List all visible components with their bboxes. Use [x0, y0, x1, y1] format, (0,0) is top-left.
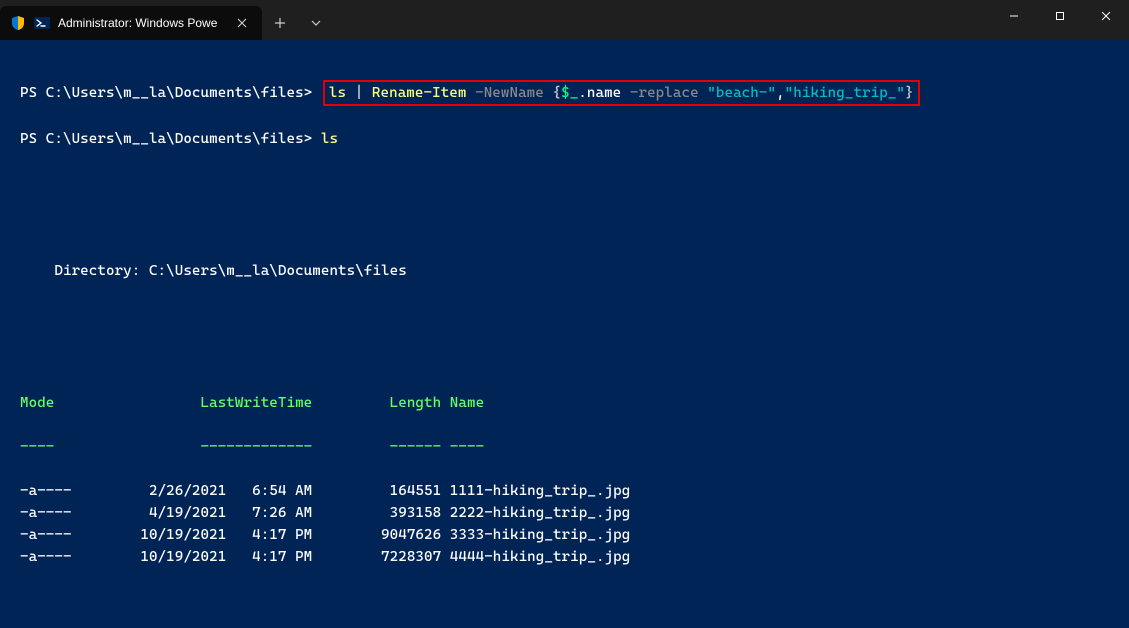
- table-header-dashes: ---- ------------- ------ ----: [20, 436, 1109, 458]
- terminal-body[interactable]: PS C:\Users\m__la\Documents\files> ls | …: [0, 40, 1129, 628]
- title-bar: Administrator: Windows Powe: [0, 0, 1129, 40]
- maximize-button[interactable]: [1037, 0, 1083, 32]
- prompt: PS C:\Users\m__la\Documents\files>: [20, 131, 312, 147]
- command-line-1: PS C:\Users\m__la\Documents\files> ls | …: [20, 80, 1109, 106]
- table-header: Mode LastWriteTime Length Name: [20, 392, 1109, 414]
- powershell-icon: [34, 15, 50, 31]
- close-window-button[interactable]: [1083, 0, 1129, 32]
- window-controls: [991, 0, 1129, 32]
- prompt: PS C:\Users\m__la\Documents\files>: [20, 85, 312, 101]
- tab-dropdown-button[interactable]: [298, 6, 334, 40]
- tab-title: Administrator: Windows Powe: [58, 16, 226, 30]
- minimize-button[interactable]: [991, 0, 1037, 32]
- table-row: -a---- 4/19/2021 7:26 AM 393158 2222-hik…: [20, 502, 1109, 524]
- directory-line: Directory: C:\Users\m__la\Documents\file…: [20, 260, 1109, 282]
- command-line-2: PS C:\Users\m__la\Documents\files> ls: [20, 128, 1109, 150]
- table-row: -a---- 10/19/2021 4:17 PM 9047626 3333-h…: [20, 524, 1109, 546]
- new-tab-button[interactable]: [262, 6, 298, 40]
- close-tab-button[interactable]: [234, 15, 250, 31]
- file-list: -a---- 2/26/2021 6:54 AM 164551 1111-hik…: [20, 480, 1109, 568]
- table-row: -a---- 2/26/2021 6:54 AM 164551 1111-hik…: [20, 480, 1109, 502]
- terminal-window: Administrator: Windows Powe PS C:\Users\…: [0, 0, 1129, 628]
- shield-icon: [10, 15, 26, 31]
- highlight-box: ls | Rename-Item -NewName {$_.name -repl…: [323, 80, 920, 106]
- tab-powershell[interactable]: Administrator: Windows Powe: [0, 6, 262, 40]
- table-row: -a---- 10/19/2021 4:17 PM 7228307 4444-h…: [20, 546, 1109, 568]
